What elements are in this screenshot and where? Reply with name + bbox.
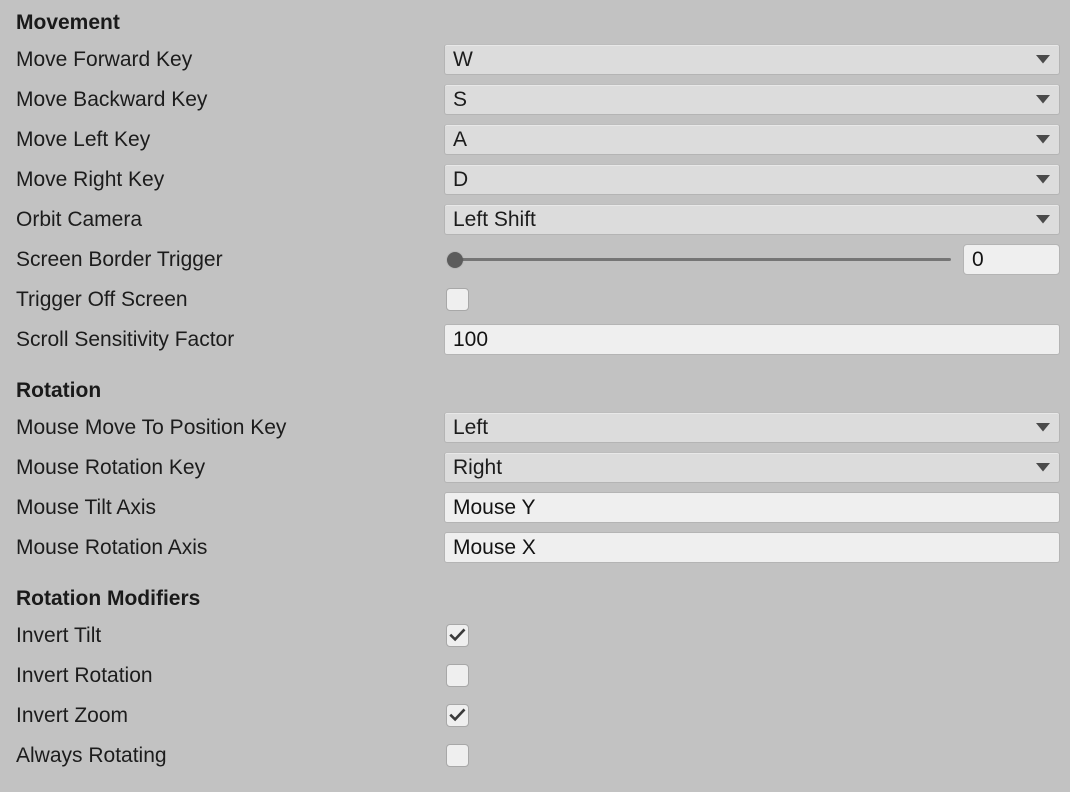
chevron-down-icon: [1033, 85, 1053, 114]
slider-track-screen-border-trigger: [447, 258, 951, 261]
slider-group-screen-border-trigger: 0: [444, 244, 1060, 275]
property-row-mouse-rotation-axis: Mouse Rotation Axis Mouse X: [0, 528, 1070, 568]
inspector-panel: Movement Move Forward Key W Move Backward K…: [0, 0, 1070, 792]
dropdown-value-move-forward-key: W: [453, 48, 473, 71]
section-header-rotation-modifiers: Rotation Modifiers: [16, 587, 201, 610]
property-label-scroll-sensitivity-factor: Scroll Sensitivity Factor: [16, 328, 235, 351]
text-input-mouse-rotation-axis[interactable]: Mouse X: [444, 532, 1060, 563]
property-row-move-forward-key: Move Forward Key W: [0, 40, 1070, 80]
property-label-orbit-camera: Orbit Camera: [16, 208, 143, 231]
property-row-mouse-rotation-key: Mouse Rotation Key Right: [0, 448, 1070, 488]
section-header-movement: Movement: [16, 11, 120, 34]
dropdown-value-orbit-camera: Left Shift: [453, 208, 536, 231]
chevron-down-icon: [1033, 45, 1053, 74]
slider-handle-screen-border-trigger[interactable]: [447, 252, 463, 268]
dropdown-value-move-backward-key: S: [453, 88, 468, 111]
text-input-value-mouse-rotation-axis: Mouse X: [453, 536, 536, 559]
text-input-mouse-tilt-axis[interactable]: Mouse Y: [444, 492, 1060, 523]
property-row-move-left-key: Move Left Key A: [0, 120, 1070, 160]
property-row-orbit-camera: Orbit Camera Left Shift: [0, 200, 1070, 240]
property-label-screen-border-trigger: Screen Border Trigger: [16, 248, 223, 271]
dropdown-mouse-rotation-key[interactable]: Right: [444, 452, 1060, 483]
dropdown-value-move-left-key: A: [453, 128, 468, 151]
property-label-invert-zoom: Invert Zoom: [16, 704, 129, 727]
dropdown-move-backward-key[interactable]: S: [444, 84, 1060, 115]
chevron-down-icon: [1033, 453, 1053, 482]
property-row-scroll-sensitivity-factor: Scroll Sensitivity Factor 100: [0, 320, 1070, 360]
property-label-mouse-move-to-position-key: Mouse Move To Position Key: [16, 416, 287, 439]
chevron-down-icon: [1033, 125, 1053, 154]
text-input-scroll-sensitivity-factor[interactable]: 100: [444, 324, 1060, 355]
slider-number-value-screen-border-trigger: 0: [972, 248, 984, 271]
property-label-move-backward-key: Move Backward Key: [16, 88, 208, 111]
dropdown-value-mouse-move-to-position-key: Left: [453, 416, 489, 439]
property-row-invert-zoom: Invert Zoom: [0, 696, 1070, 736]
section-header-rotation: Rotation: [16, 379, 102, 402]
property-label-move-right-key: Move Right Key: [16, 168, 165, 191]
property-row-move-right-key: Move Right Key D: [0, 160, 1070, 200]
property-row-mouse-tilt-axis: Mouse Tilt Axis Mouse Y: [0, 488, 1070, 528]
property-label-always-rotating: Always Rotating: [16, 744, 167, 767]
property-label-move-left-key: Move Left Key: [16, 128, 151, 151]
dropdown-value-mouse-rotation-key: Right: [453, 456, 503, 479]
text-input-value-mouse-tilt-axis: Mouse Y: [453, 496, 536, 519]
checkbox-invert-rotation[interactable]: [446, 664, 469, 687]
property-label-move-forward-key: Move Forward Key: [16, 48, 193, 71]
checkbox-always-rotating[interactable]: [446, 744, 469, 767]
checkbox-invert-zoom[interactable]: [446, 704, 469, 727]
property-row-screen-border-trigger: Screen Border Trigger 0: [0, 240, 1070, 280]
property-label-mouse-tilt-axis: Mouse Tilt Axis: [16, 496, 157, 519]
property-row-invert-rotation: Invert Rotation: [0, 656, 1070, 696]
dropdown-orbit-camera[interactable]: Left Shift: [444, 204, 1060, 235]
property-label-invert-tilt: Invert Tilt: [16, 624, 102, 647]
slider-number-input-screen-border-trigger[interactable]: 0: [963, 244, 1060, 275]
property-row-mouse-move-to-position-key: Mouse Move To Position Key Left: [0, 408, 1070, 448]
slider-screen-border-trigger[interactable]: [444, 244, 954, 275]
property-label-mouse-rotation-key: Mouse Rotation Key: [16, 456, 206, 479]
chevron-down-icon: [1033, 413, 1053, 442]
property-row-trigger-off-screen: Trigger Off Screen: [0, 280, 1070, 320]
dropdown-mouse-move-to-position-key[interactable]: Left: [444, 412, 1060, 443]
dropdown-move-right-key[interactable]: D: [444, 164, 1060, 195]
dropdown-move-forward-key[interactable]: W: [444, 44, 1060, 75]
property-row-move-backward-key: Move Backward Key S: [0, 80, 1070, 120]
chevron-down-icon: [1033, 165, 1053, 194]
checkbox-trigger-off-screen[interactable]: [446, 288, 469, 311]
property-row-always-rotating: Always Rotating: [0, 736, 1070, 776]
chevron-down-icon: [1033, 205, 1053, 234]
property-label-mouse-rotation-axis: Mouse Rotation Axis: [16, 536, 208, 559]
property-label-trigger-off-screen: Trigger Off Screen: [16, 288, 188, 311]
property-label-invert-rotation: Invert Rotation: [16, 664, 153, 687]
checkbox-invert-tilt[interactable]: [446, 624, 469, 647]
text-input-value-scroll-sensitivity-factor: 100: [453, 328, 489, 351]
property-row-invert-tilt: Invert Tilt: [0, 616, 1070, 656]
dropdown-move-left-key[interactable]: A: [444, 124, 1060, 155]
dropdown-value-move-right-key: D: [453, 168, 469, 191]
